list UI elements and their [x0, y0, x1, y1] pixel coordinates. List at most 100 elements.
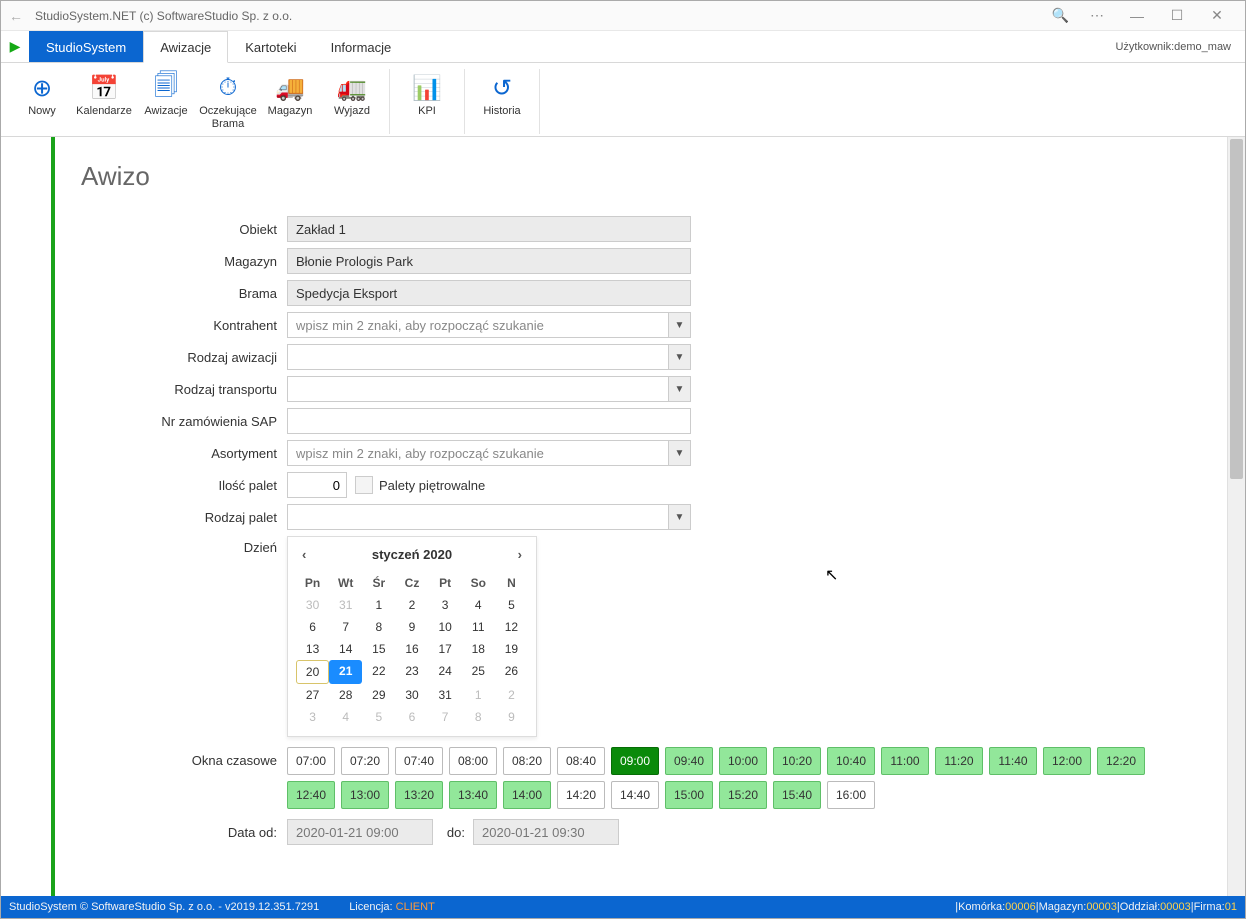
cal-day[interactable]: 21: [329, 660, 362, 684]
timeslot-1200[interactable]: 12:00: [1043, 747, 1091, 775]
timeslot-1300[interactable]: 13:00: [341, 781, 389, 809]
cal-day[interactable]: 25: [462, 660, 495, 684]
timeslot-1120[interactable]: 11:20: [935, 747, 983, 775]
timeslot-1500[interactable]: 15:00: [665, 781, 713, 809]
back-icon[interactable]: ←: [9, 8, 23, 24]
timeslot-1420[interactable]: 14:20: [557, 781, 605, 809]
cal-day[interactable]: 5: [362, 706, 395, 728]
timeslot-1020[interactable]: 10:20: [773, 747, 821, 775]
timeslot-1320[interactable]: 13:20: [395, 781, 443, 809]
ribbon-oczekujące-brama[interactable]: ⏱Oczekujące Brama: [197, 69, 259, 134]
ribbon-historia[interactable]: ↺Historia: [471, 69, 533, 134]
close-icon[interactable]: ✕: [1197, 7, 1237, 24]
chevron-down-icon[interactable]: ▼: [668, 441, 690, 465]
chevron-down-icon[interactable]: ▼: [668, 313, 690, 337]
cal-day[interactable]: 6: [296, 616, 329, 638]
cal-day[interactable]: 10: [429, 616, 462, 638]
tab-awizacje[interactable]: Awizacje: [143, 31, 228, 63]
cal-day[interactable]: 11: [462, 616, 495, 638]
cal-day[interactable]: 14: [329, 638, 362, 660]
rodzaj-awizacji-combo[interactable]: ▼: [287, 344, 691, 370]
timeslot-1600[interactable]: 16:00: [827, 781, 875, 809]
kontrahent-combo[interactable]: wpisz min 2 znaki, aby rozpocząć szukani…: [287, 312, 691, 338]
timeslot-0900[interactable]: 09:00: [611, 747, 659, 775]
cal-day[interactable]: 2: [495, 684, 528, 706]
play-icon[interactable]: ▶: [1, 31, 29, 62]
scrollbar-thumb[interactable]: [1230, 139, 1243, 479]
timeslot-0840[interactable]: 08:40: [557, 747, 605, 775]
maximize-icon[interactable]: ☐: [1157, 7, 1197, 24]
cal-day[interactable]: 3: [296, 706, 329, 728]
timeslot-0700[interactable]: 07:00: [287, 747, 335, 775]
pietrowalne-checkbox[interactable]: [355, 476, 373, 494]
timeslot-1400[interactable]: 14:00: [503, 781, 551, 809]
cal-next-icon[interactable]: ›: [512, 547, 528, 562]
cal-day[interactable]: 20: [296, 660, 329, 684]
ilosc-input[interactable]: [287, 472, 347, 498]
cal-day[interactable]: 19: [495, 638, 528, 660]
cal-day[interactable]: 9: [495, 706, 528, 728]
cal-day[interactable]: 12: [495, 616, 528, 638]
cal-day[interactable]: 8: [362, 616, 395, 638]
cal-day[interactable]: 30: [296, 594, 329, 616]
cal-day[interactable]: 8: [462, 706, 495, 728]
cal-day[interactable]: 4: [329, 706, 362, 728]
timeslot-0800[interactable]: 08:00: [449, 747, 497, 775]
timeslot-0720[interactable]: 07:20: [341, 747, 389, 775]
minimize-icon[interactable]: —: [1117, 8, 1157, 24]
ribbon-kalendarze[interactable]: 📅Kalendarze: [73, 69, 135, 134]
ribbon-kpi[interactable]: 📊KPI: [396, 69, 458, 134]
cal-day[interactable]: 5: [495, 594, 528, 616]
ribbon-magazyn[interactable]: 🚚Magazyn: [259, 69, 321, 134]
calendar[interactable]: ‹ styczeń 2020 › PnWtŚrCzPtSoN3031123456…: [287, 536, 537, 737]
timeslot-1340[interactable]: 13:40: [449, 781, 497, 809]
cal-day[interactable]: 22: [362, 660, 395, 684]
cal-day[interactable]: 7: [329, 616, 362, 638]
cal-day[interactable]: 30: [395, 684, 428, 706]
timeslot-0940[interactable]: 09:40: [665, 747, 713, 775]
timeslot-1240[interactable]: 12:40: [287, 781, 335, 809]
chevron-down-icon[interactable]: ▼: [668, 345, 690, 369]
timeslot-1000[interactable]: 10:00: [719, 747, 767, 775]
cal-day[interactable]: 31: [329, 594, 362, 616]
cal-day[interactable]: 1: [362, 594, 395, 616]
cal-day[interactable]: 26: [495, 660, 528, 684]
cal-day[interactable]: 2: [395, 594, 428, 616]
cal-day[interactable]: 4: [462, 594, 495, 616]
cal-day[interactable]: 31: [429, 684, 462, 706]
timeslot-1540[interactable]: 15:40: [773, 781, 821, 809]
cal-prev-icon[interactable]: ‹: [296, 547, 312, 562]
chevron-down-icon[interactable]: ▼: [668, 377, 690, 401]
cal-day[interactable]: 18: [462, 638, 495, 660]
timeslot-0740[interactable]: 07:40: [395, 747, 443, 775]
timeslot-1140[interactable]: 11:40: [989, 747, 1037, 775]
nr-sap-input[interactable]: [287, 408, 691, 434]
vertical-scrollbar[interactable]: [1227, 137, 1245, 896]
cal-day[interactable]: 15: [362, 638, 395, 660]
timeslot-1100[interactable]: 11:00: [881, 747, 929, 775]
cal-day[interactable]: 23: [395, 660, 428, 684]
timeslot-1520[interactable]: 15:20: [719, 781, 767, 809]
cal-day[interactable]: 3: [429, 594, 462, 616]
rodzaj-palet-combo[interactable]: ▼: [287, 504, 691, 530]
cal-day[interactable]: 27: [296, 684, 329, 706]
ribbon-wyjazd[interactable]: 🚛Wyjazd: [321, 69, 383, 134]
timeslot-1440[interactable]: 14:40: [611, 781, 659, 809]
cal-day[interactable]: 24: [429, 660, 462, 684]
timeslot-1220[interactable]: 12:20: [1097, 747, 1145, 775]
tab-kartoteki[interactable]: Kartoteki: [228, 31, 313, 62]
cal-day[interactable]: 28: [329, 684, 362, 706]
rodzaj-transportu-combo[interactable]: ▼: [287, 376, 691, 402]
cal-day[interactable]: 13: [296, 638, 329, 660]
tab-informacje[interactable]: Informacje: [314, 31, 409, 62]
ribbon-awizacje[interactable]: 🗐Awizacje: [135, 69, 197, 134]
cal-day[interactable]: 6: [395, 706, 428, 728]
cal-day[interactable]: 1: [462, 684, 495, 706]
ribbon-nowy[interactable]: ⊕Nowy: [11, 69, 73, 134]
cal-day[interactable]: 16: [395, 638, 428, 660]
timeslot-1040[interactable]: 10:40: [827, 747, 875, 775]
chevron-down-icon[interactable]: ▼: [668, 505, 690, 529]
asortyment-combo[interactable]: wpisz min 2 znaki, aby rozpocząć szukani…: [287, 440, 691, 466]
search-icon[interactable]: 🔍: [1052, 7, 1069, 24]
cal-day[interactable]: 29: [362, 684, 395, 706]
